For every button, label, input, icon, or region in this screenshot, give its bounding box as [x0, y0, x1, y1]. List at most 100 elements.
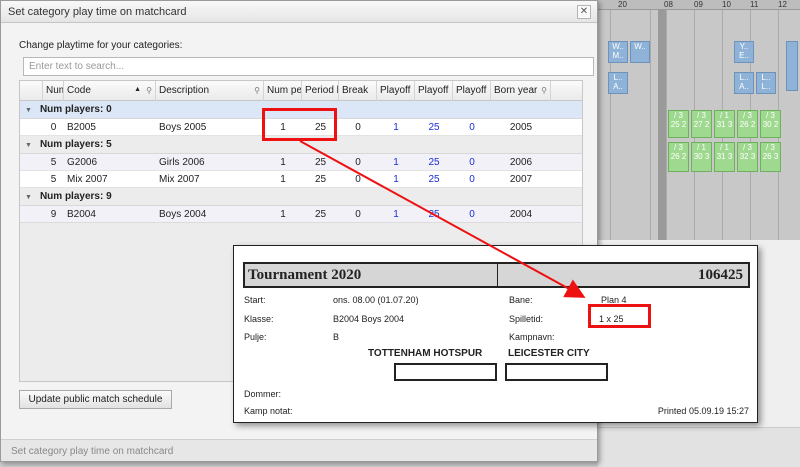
pulje-value: B [333, 332, 340, 342]
table-row[interactable]: 5 Mix 2007 Mix 2007 1 25 0 1 25 0 2007 [20, 171, 582, 188]
cell-code: B2004 [67, 209, 96, 220]
dommer-label: Dommer: [244, 389, 282, 399]
cell-playoff-1[interactable]: 1 [377, 119, 415, 136]
collapse-triangle-icon[interactable]: ▼ [25, 194, 32, 201]
cell-playoff-2[interactable]: 25 [415, 171, 453, 188]
matchcard-header: Tournament 2020 106425 [243, 262, 750, 288]
match-block[interactable]: / 3 30 2 [760, 110, 781, 138]
cell-playoff-3[interactable]: 0 [453, 119, 491, 136]
match-block[interactable]: / 3 27 2 [691, 110, 712, 138]
filter-icon[interactable]: ⚲ [541, 86, 547, 95]
column-header-num[interactable]: Num [43, 81, 64, 101]
close-icon[interactable]: ✕ [577, 5, 591, 19]
cell-num-periods[interactable]: 1 [264, 206, 302, 223]
lower-toolbar [598, 427, 800, 467]
cell-code: Mix 2007 [67, 174, 108, 185]
search-input[interactable] [23, 57, 594, 76]
cell-description: Boys 2004 [159, 209, 207, 220]
match-block[interactable]: / 3 26 2 [737, 110, 758, 138]
start-label: Start: [244, 295, 266, 305]
matchcard-preview: Tournament 2020 106425 Start: ons. 08.00… [233, 245, 758, 423]
highlight-box [262, 108, 337, 141]
away-team: LEICESTER CITY [508, 348, 590, 359]
cell-playoff-3[interactable]: 0 [453, 206, 491, 223]
column-header-born-year-label: Born year [494, 85, 538, 96]
schedule-timeline: 20 08 09 10 11 12 W.. M.. L.. A.. W.. Y.… [598, 0, 800, 240]
cell-break[interactable]: 0 [339, 206, 377, 223]
update-schedule-button[interactable]: Update public match schedule [19, 390, 172, 409]
cell-playoff-3[interactable]: 0 [453, 154, 491, 171]
cell-period-length[interactable]: 25 [302, 206, 339, 223]
away-score-box [505, 363, 608, 381]
cell-born-year: 2006 [509, 157, 533, 168]
cell-num-periods[interactable]: 1 [264, 171, 302, 188]
match-block[interactable]: W.. [630, 41, 650, 63]
cell-num: 0 [50, 122, 57, 133]
column-header-playoff-3[interactable]: Playoff [453, 81, 491, 101]
match-block[interactable]: / 1 31 3 [714, 110, 735, 138]
group-label: Num players: 5 [39, 139, 112, 150]
notat-label: Kamp notat: [244, 406, 293, 416]
table-row[interactable]: 9 B2004 Boys 2004 1 25 0 1 25 0 2004 [20, 206, 582, 223]
column-header-break[interactable]: Break [339, 81, 377, 101]
column-header-playoff-1[interactable]: Playoff [377, 81, 415, 101]
match-block[interactable]: Y.. E.. [734, 41, 754, 63]
cell-description: Boys 2005 [159, 122, 207, 133]
cell-playoff-1[interactable]: 1 [377, 206, 415, 223]
cell-born-year: 2005 [509, 122, 533, 133]
spilletid-label: Spilletid: [509, 314, 544, 324]
column-header-period-length[interactable]: Period l [302, 81, 339, 101]
group-row[interactable]: ▼ Num players: 9 [20, 188, 582, 206]
cell-playoff-3[interactable]: 0 [453, 171, 491, 188]
column-header-num-periods[interactable]: Num pe [264, 81, 302, 101]
cell-break[interactable]: 0 [339, 119, 377, 136]
cell-period-length[interactable]: 25 [302, 154, 339, 171]
match-block[interactable]: / 3 26 2 [668, 142, 689, 172]
table-row[interactable]: 5 G2006 Girls 2006 1 25 0 1 25 0 2006 [20, 154, 582, 171]
cell-playoff-2[interactable]: 25 [415, 119, 453, 136]
cell-description: Mix 2007 [159, 174, 200, 185]
match-block[interactable]: W.. M.. [608, 41, 628, 63]
match-block[interactable]: / 1 30 3 [691, 142, 712, 172]
cell-break[interactable]: 0 [339, 171, 377, 188]
dialog-titlebar[interactable]: Set category play time on matchcard ✕ [1, 1, 597, 23]
column-header-playoff-2[interactable]: Playoff [415, 81, 453, 101]
cell-break[interactable]: 0 [339, 154, 377, 171]
cell-code: B2005 [67, 122, 96, 133]
match-block[interactable]: L.. A.. [608, 72, 628, 94]
cell-playoff-1[interactable]: 1 [377, 171, 415, 188]
filter-icon[interactable]: ⚲ [254, 86, 260, 95]
cell-num: 9 [50, 209, 57, 220]
bane-label: Bane: [509, 295, 533, 305]
collapse-triangle-icon[interactable]: ▼ [25, 142, 32, 149]
column-header-code[interactable]: Code ▲ ⚲ [64, 81, 156, 101]
filter-icon[interactable]: ⚲ [146, 86, 152, 95]
match-block[interactable]: L.. A.. [734, 72, 754, 94]
match-number: 106425 [698, 267, 743, 283]
timeline-label: 11 [750, 0, 759, 9]
match-block[interactable]: / 1 31 3 [714, 142, 735, 172]
cell-playoff-1[interactable]: 1 [377, 154, 415, 171]
collapse-triangle-icon[interactable]: ▼ [25, 107, 32, 114]
cell-playoff-2[interactable]: 25 [415, 154, 453, 171]
match-block[interactable]: / 3 26 3 [760, 142, 781, 172]
column-header-born-year[interactable]: Born year ⚲ [491, 81, 551, 101]
cell-playoff-2[interactable]: 25 [415, 206, 453, 223]
timeline-label: 20 [618, 0, 627, 9]
grid-header: Num Code ▲ ⚲ Description ⚲ Num pe Period… [20, 81, 582, 101]
tournament-name: Tournament 2020 [248, 267, 362, 283]
match-block[interactable] [786, 41, 798, 91]
home-score-box [394, 363, 497, 381]
start-value: ons. 08.00 (01.07.20) [333, 295, 419, 305]
home-team: TOTTENHAM HOTSPUR [368, 348, 483, 359]
group-label: Num players: 0 [39, 104, 112, 115]
match-block[interactable]: / 3 25 2 [668, 110, 689, 138]
cell-period-length[interactable]: 25 [302, 171, 339, 188]
match-block[interactable]: / 3 32 3 [737, 142, 758, 172]
cell-description: Girls 2006 [159, 157, 205, 168]
printed-timestamp: Printed 05.09.19 15:27 [657, 406, 749, 416]
match-block[interactable]: L.. L.. [756, 72, 776, 94]
dialog-title: Set category play time on matchcard [8, 6, 187, 18]
column-header-description[interactable]: Description ⚲ [156, 81, 264, 101]
cell-num-periods[interactable]: 1 [264, 154, 302, 171]
